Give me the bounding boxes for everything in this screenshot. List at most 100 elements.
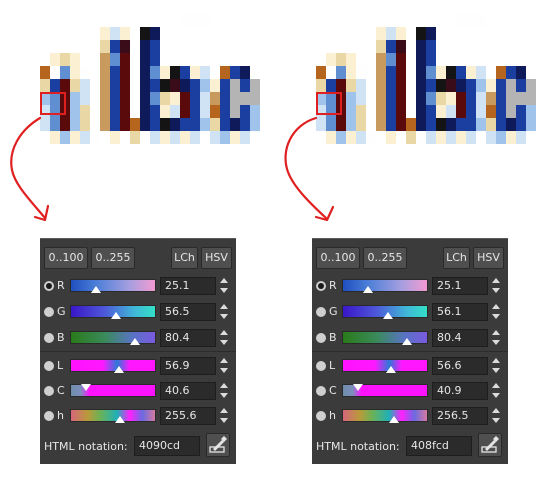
channel-slider-h[interactable] xyxy=(70,409,156,423)
html-notation-input[interactable]: 4090cd xyxy=(134,436,200,456)
channel-slider-r[interactable] xyxy=(70,279,156,293)
slider-marker[interactable] xyxy=(383,312,393,319)
spin-up-icon[interactable] xyxy=(492,330,500,335)
channel-spinner[interactable] xyxy=(219,382,231,400)
channel-spinner[interactable] xyxy=(491,277,503,295)
spin-down-icon[interactable] xyxy=(220,288,228,293)
channel-value-field[interactable]: 25.1 xyxy=(160,277,216,295)
channel-value-field[interactable]: 80.4 xyxy=(160,329,216,347)
channel-spinner[interactable] xyxy=(219,303,231,321)
channel-spinner[interactable] xyxy=(219,407,231,425)
channel-slider-g[interactable] xyxy=(70,305,156,319)
channel-radio-g[interactable] xyxy=(44,307,54,317)
slider-marker[interactable] xyxy=(130,338,140,345)
pixel-cell xyxy=(70,105,80,118)
spin-down-icon[interactable] xyxy=(492,340,500,345)
channel-slider-l[interactable] xyxy=(342,359,428,373)
slider-marker[interactable] xyxy=(363,286,373,293)
channel-spinner[interactable] xyxy=(491,303,503,321)
slider-marker[interactable] xyxy=(386,366,396,373)
slider-marker[interactable] xyxy=(81,384,91,391)
range-0-255-button[interactable]: 0..255 xyxy=(363,247,407,269)
channel-radio-c[interactable] xyxy=(44,386,54,396)
range-0-100-button[interactable]: 0..100 xyxy=(316,247,360,269)
channel-slider-b[interactable] xyxy=(342,331,428,345)
slider-marker[interactable] xyxy=(91,286,101,293)
channel-slider-c[interactable] xyxy=(342,384,428,397)
spin-up-icon[interactable] xyxy=(220,383,228,388)
lch-button[interactable]: LCh xyxy=(443,247,470,269)
spin-up-icon[interactable] xyxy=(492,358,500,363)
channel-value-field[interactable]: 80.4 xyxy=(432,329,488,347)
spin-up-icon[interactable] xyxy=(220,304,228,309)
lch-button[interactable]: LCh xyxy=(171,247,198,269)
slider-marker[interactable] xyxy=(114,366,124,373)
channel-radio-l[interactable] xyxy=(44,361,54,371)
channel-slider-g[interactable] xyxy=(342,305,428,319)
pixel-cell xyxy=(466,66,476,79)
spin-down-icon[interactable] xyxy=(492,393,500,398)
channel-slider-l[interactable] xyxy=(70,359,156,373)
channel-slider-r[interactable] xyxy=(342,279,428,293)
hsv-button[interactable]: HSV xyxy=(201,247,232,269)
spin-up-icon[interactable] xyxy=(220,278,228,283)
channel-radio-b[interactable] xyxy=(44,333,54,343)
spin-down-icon[interactable] xyxy=(220,393,228,398)
range-0-100-button[interactable]: 0..100 xyxy=(44,247,88,269)
color-picker-button[interactable] xyxy=(478,433,502,457)
spin-down-icon[interactable] xyxy=(220,418,228,423)
channel-radio-b[interactable] xyxy=(316,333,326,343)
channel-spinner[interactable] xyxy=(491,382,503,400)
channel-radio-r[interactable] xyxy=(44,281,54,291)
pixel-cell xyxy=(386,27,396,40)
channel-value-field[interactable]: 25.1 xyxy=(432,277,488,295)
spin-up-icon[interactable] xyxy=(220,358,228,363)
spin-down-icon[interactable] xyxy=(220,314,228,319)
channel-spinner[interactable] xyxy=(219,329,231,347)
channel-radio-r[interactable] xyxy=(316,281,326,291)
slider-marker[interactable] xyxy=(389,416,399,423)
channel-spinner[interactable] xyxy=(219,277,231,295)
channel-value-field[interactable]: 255.6 xyxy=(160,407,216,425)
channel-value-field[interactable]: 40.9 xyxy=(432,382,488,400)
range-0-255-button[interactable]: 0..255 xyxy=(91,247,135,269)
channel-slider-b[interactable] xyxy=(70,331,156,345)
html-notation-input[interactable]: 408fcd xyxy=(406,436,472,456)
spin-down-icon[interactable] xyxy=(492,368,500,373)
channel-value-field[interactable]: 256.5 xyxy=(432,407,488,425)
spin-up-icon[interactable] xyxy=(220,330,228,335)
channel-value-field[interactable]: 56.9 xyxy=(160,357,216,375)
spin-up-icon[interactable] xyxy=(492,304,500,309)
channel-slider-c[interactable] xyxy=(70,384,156,397)
channel-radio-h[interactable] xyxy=(316,411,326,421)
slider-marker[interactable] xyxy=(111,312,121,319)
channel-spinner[interactable] xyxy=(491,357,503,375)
channel-value-field[interactable]: 56.5 xyxy=(160,303,216,321)
slider-marker[interactable] xyxy=(115,416,125,423)
spin-down-icon[interactable] xyxy=(492,418,500,423)
spin-up-icon[interactable] xyxy=(220,408,228,413)
channel-radio-h[interactable] xyxy=(44,411,54,421)
spin-up-icon[interactable] xyxy=(492,408,500,413)
spin-up-icon[interactable] xyxy=(492,278,500,283)
channel-value-field[interactable]: 56.1 xyxy=(432,303,488,321)
hsv-button[interactable]: HSV xyxy=(473,247,504,269)
channel-radio-l[interactable] xyxy=(316,361,326,371)
channel-spinner[interactable] xyxy=(219,357,231,375)
spin-up-icon[interactable] xyxy=(492,383,500,388)
color-picker-button[interactable] xyxy=(206,433,230,457)
channel-radio-g[interactable] xyxy=(316,307,326,317)
channel-value-field[interactable]: 40.6 xyxy=(160,382,216,400)
channel-spinner[interactable] xyxy=(491,329,503,347)
slider-marker[interactable] xyxy=(353,384,363,391)
spin-down-icon[interactable] xyxy=(492,314,500,319)
slider-marker[interactable] xyxy=(402,338,412,345)
channel-radio-c[interactable] xyxy=(316,386,326,396)
channel-spinner[interactable] xyxy=(491,407,503,425)
channel-slider-h[interactable] xyxy=(342,409,428,423)
channel-value-field[interactable]: 56.6 xyxy=(432,357,488,375)
spin-down-icon[interactable] xyxy=(220,368,228,373)
spin-down-icon[interactable] xyxy=(492,288,500,293)
spin-down-icon[interactable] xyxy=(220,340,228,345)
zoomed-pixel-art-right xyxy=(296,14,536,164)
